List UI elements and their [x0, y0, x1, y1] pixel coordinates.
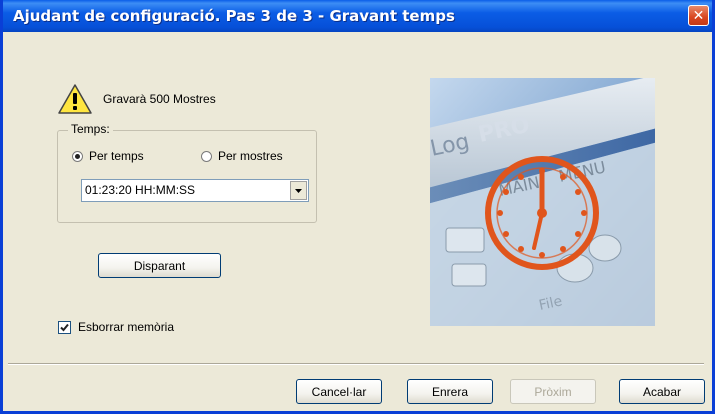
- time-group-label: Temps:: [68, 122, 113, 136]
- chevron-down-icon[interactable]: [290, 181, 307, 200]
- window-title: Ajudant de configuració. Pas 3 de 3 - Gr…: [13, 7, 455, 25]
- cancel-button[interactable]: Cancel·lar: [296, 379, 382, 404]
- trigger-button[interactable]: Disparant: [98, 253, 221, 278]
- next-button[interactable]: Pròxim: [510, 379, 596, 404]
- footer-separator: [8, 363, 704, 365]
- title-bar[interactable]: Ajudant de configuració. Pas 3 de 3 - Gr…: [3, 0, 712, 32]
- duration-select-value: 01:23:20 HH:MM:SS: [85, 183, 196, 197]
- close-icon: ✕: [692, 7, 705, 24]
- warning-icon: [58, 84, 92, 114]
- radio-per-mostres-label: Per mostres: [218, 149, 283, 163]
- radio-per-temps[interactable]: Per temps: [72, 149, 144, 163]
- logpro-clock-image: Log PRO MAIN MENU File: [430, 78, 655, 326]
- radio-per-mostres-indicator[interactable]: [201, 150, 212, 162]
- radio-per-temps-label: Per temps: [89, 149, 144, 163]
- time-groupbox: [57, 130, 317, 223]
- finish-button[interactable]: Acabar: [619, 379, 705, 404]
- duration-select[interactable]: 01:23:20 HH:MM:SS: [81, 179, 309, 202]
- erase-memory-checkbox-box[interactable]: [58, 320, 71, 334]
- close-button[interactable]: ✕: [688, 5, 709, 26]
- radio-per-mostres[interactable]: Per mostres: [201, 149, 283, 163]
- back-button[interactable]: Enrera: [407, 379, 493, 404]
- samples-info-text: Gravarà 500 Mostres: [103, 92, 216, 106]
- erase-memory-label: Esborrar memòria: [78, 320, 175, 334]
- erase-memory-checkbox[interactable]: Esborrar memòria: [58, 320, 174, 334]
- radio-per-temps-indicator[interactable]: [72, 150, 83, 162]
